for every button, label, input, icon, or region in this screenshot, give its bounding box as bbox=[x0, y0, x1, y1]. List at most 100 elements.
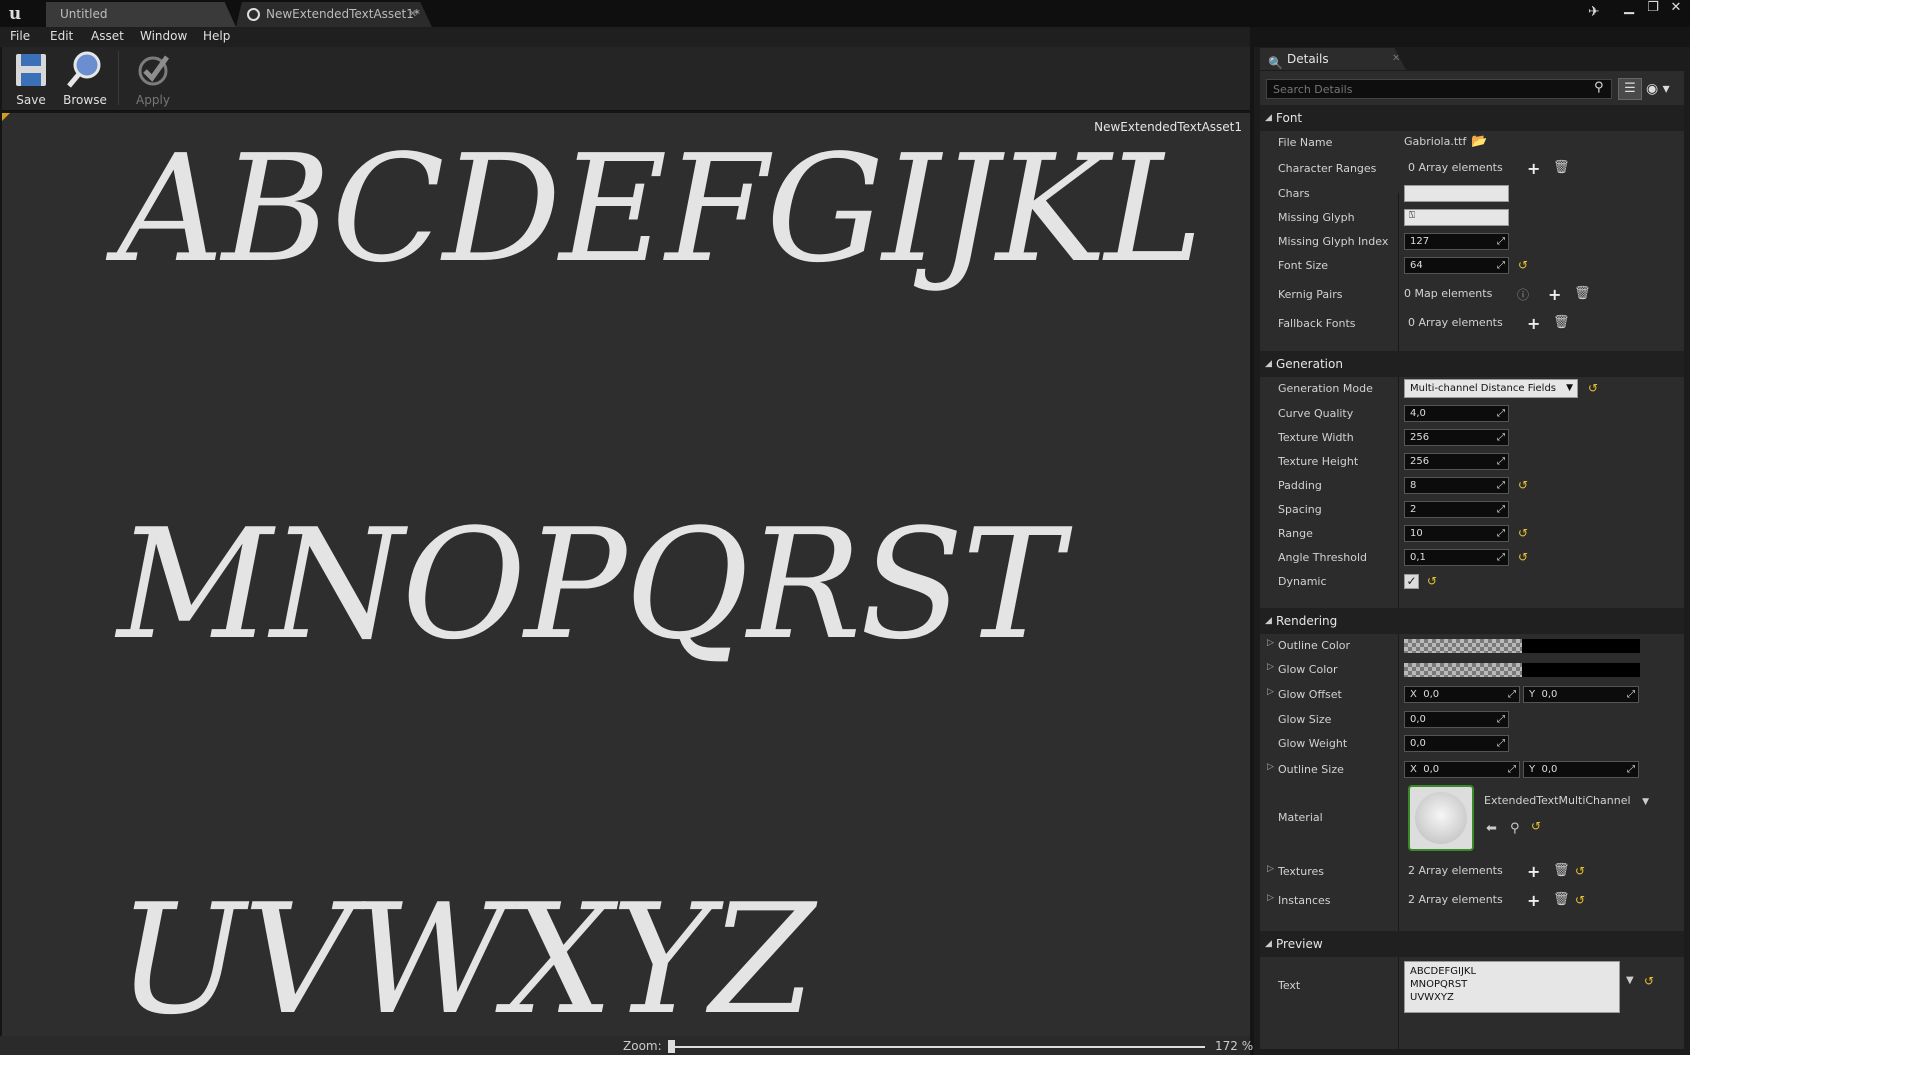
tab-untitled[interactable]: Untitled bbox=[46, 2, 236, 27]
apply-button[interactable]: Apply bbox=[127, 49, 179, 107]
trash-icon[interactable]: 🗑 bbox=[1574, 286, 1591, 301]
reset-icon[interactable]: ↺ bbox=[1575, 864, 1585, 878]
reset-icon[interactable]: ↺ bbox=[1518, 526, 1528, 540]
close-window-icon[interactable]: ✕ bbox=[1664, 0, 1688, 16]
view-options-icon[interactable]: ☰ bbox=[1618, 78, 1642, 100]
maximize-icon[interactable]: ❐ bbox=[1642, 0, 1664, 16]
field-value: 0,0 bbox=[1423, 764, 1440, 775]
minimize-icon[interactable]: ▁ bbox=[1618, 0, 1640, 16]
property-name: Material bbox=[1278, 811, 1323, 824]
use-selected-icon[interactable]: ⬅ bbox=[1486, 821, 1497, 836]
reset-icon[interactable]: ↺ bbox=[1518, 478, 1528, 492]
chars-input[interactable] bbox=[1404, 185, 1509, 202]
row-glow-color: ▷ Glow Color bbox=[1260, 658, 1684, 682]
missing-glyph-index-input[interactable]: 127 ⤢ bbox=[1404, 233, 1509, 250]
plus-icon[interactable]: + bbox=[1527, 159, 1540, 178]
folder-icon[interactable]: 📂 bbox=[1471, 134, 1487, 149]
plus-icon[interactable]: + bbox=[1527, 862, 1540, 881]
glow-color-swatch[interactable] bbox=[1404, 663, 1640, 677]
glow-offset-x-input[interactable]: X 0,0 ⤢ bbox=[1404, 686, 1520, 703]
collapse-arrow-icon: ◢ bbox=[1265, 359, 1272, 369]
section-rendering[interactable]: ◢ Rendering bbox=[1260, 608, 1684, 634]
section-title: Font bbox=[1276, 111, 1303, 125]
section-preview[interactable]: ◢ Preview bbox=[1260, 931, 1684, 957]
generation-mode-select[interactable]: Multi-channel Distance Fields ▼ bbox=[1404, 379, 1578, 398]
drag-icon: ⤢ bbox=[1497, 432, 1505, 443]
help-icon[interactable]: ⓘ bbox=[1517, 286, 1529, 303]
menu-window[interactable]: Window bbox=[140, 29, 187, 43]
glow-offset-y-input[interactable]: Y 0,0 ⤢ bbox=[1523, 686, 1639, 703]
section-generation[interactable]: ◢ Generation bbox=[1260, 351, 1684, 377]
chevron-down-icon[interactable]: ▼ bbox=[1626, 975, 1634, 986]
reset-icon[interactable]: ↺ bbox=[1575, 893, 1585, 907]
zoom-slider-track[interactable] bbox=[668, 1046, 1205, 1048]
reset-icon[interactable]: ↺ bbox=[1518, 550, 1528, 564]
details-tab-label: Details bbox=[1287, 52, 1329, 66]
drag-icon: ⤢ bbox=[1627, 764, 1635, 775]
plus-icon[interactable]: + bbox=[1527, 314, 1540, 333]
plus-icon[interactable]: + bbox=[1548, 285, 1561, 304]
reset-icon[interactable]: ↺ bbox=[1588, 381, 1598, 395]
glow-size-input[interactable]: 0,0 ⤢ bbox=[1404, 711, 1509, 728]
padding-input[interactable]: 8 ⤢ bbox=[1404, 477, 1509, 494]
plus-icon[interactable]: + bbox=[1527, 891, 1540, 910]
selected-value: Multi-channel Distance Fields bbox=[1410, 383, 1556, 394]
expand-arrow-icon[interactable]: ▷ bbox=[1267, 864, 1274, 874]
notification-icon[interactable]: ✈ bbox=[1588, 4, 1600, 20]
eye-icon[interactable]: ◉ ▾ bbox=[1646, 78, 1678, 100]
material-thumbnail[interactable] bbox=[1408, 785, 1474, 851]
tab-details[interactable]: 🔍 Details ✕ bbox=[1260, 48, 1406, 70]
expand-arrow-icon[interactable]: ▷ bbox=[1267, 638, 1274, 648]
search-icon[interactable]: ⚲ bbox=[1594, 80, 1604, 95]
section-font[interactable]: ◢ Font bbox=[1260, 105, 1684, 131]
glow-weight-input[interactable]: 0,0 ⤢ bbox=[1404, 735, 1509, 752]
row-range: Range 10 ⤢ ↺ bbox=[1260, 522, 1684, 546]
close-icon[interactable]: ✕ bbox=[1392, 48, 1400, 70]
spacing-input[interactable]: 2 ⤢ bbox=[1404, 501, 1509, 518]
zoom-slider-handle[interactable] bbox=[668, 1040, 675, 1053]
outline-color-swatch[interactable] bbox=[1404, 639, 1640, 653]
trash-icon[interactable]: 🗑 bbox=[1553, 315, 1570, 330]
outline-size-y-input[interactable]: Y 0,0 ⤢ bbox=[1523, 761, 1639, 778]
preview-text-input[interactable]: ABCDEFGIJKL MNOPQRST UVWXYZ bbox=[1404, 961, 1620, 1013]
drag-icon: ⤢ bbox=[1497, 528, 1505, 539]
curve-quality-input[interactable]: 4,0 ⤢ bbox=[1404, 405, 1509, 422]
expand-arrow-icon[interactable]: ▷ bbox=[1267, 687, 1274, 697]
menu-asset[interactable]: Asset bbox=[91, 29, 124, 43]
missing-glyph-input[interactable]: ⍂ bbox=[1404, 209, 1509, 226]
search-input[interactable] bbox=[1266, 79, 1612, 99]
browse-icon[interactable]: ⚲ bbox=[1510, 821, 1520, 836]
expand-arrow-icon[interactable]: ▷ bbox=[1267, 662, 1274, 672]
save-button[interactable]: Save bbox=[5, 49, 57, 107]
property-name: Spacing bbox=[1278, 503, 1322, 516]
trash-icon[interactable]: 🗑 bbox=[1553, 160, 1570, 175]
dynamic-checkbox[interactable]: ✓ bbox=[1404, 574, 1419, 589]
property-name: Curve Quality bbox=[1278, 407, 1354, 420]
expand-arrow-icon[interactable]: ▷ bbox=[1267, 762, 1274, 772]
range-input[interactable]: 10 ⤢ bbox=[1404, 525, 1509, 542]
trash-icon[interactable]: 🗑 bbox=[1553, 892, 1570, 907]
angle-threshold-input[interactable]: 0,1 ⤢ bbox=[1404, 549, 1509, 566]
texture-height-input[interactable]: 256 ⤢ bbox=[1404, 453, 1509, 470]
font-preview-viewport[interactable]: NewExtendedTextAsset1 ABCDEFGIJKL MNOPQR… bbox=[2, 113, 1250, 1055]
menu-help[interactable]: Help bbox=[203, 29, 230, 43]
map-count: 0 Map elements bbox=[1404, 287, 1493, 300]
outline-size-x-input[interactable]: X 0,0 ⤢ bbox=[1404, 761, 1520, 778]
close-tab-icon[interactable]: ✕ bbox=[408, 2, 417, 26]
expand-arrow-icon[interactable]: ▷ bbox=[1267, 893, 1274, 903]
browse-button[interactable]: Browse bbox=[59, 49, 111, 107]
reset-icon[interactable]: ↺ bbox=[1644, 974, 1654, 988]
texture-width-input[interactable]: 256 ⤢ bbox=[1404, 429, 1509, 446]
row-padding: Padding 8 ⤢ ↺ bbox=[1260, 474, 1684, 498]
trash-icon[interactable]: 🗑 bbox=[1553, 863, 1570, 878]
font-size-input[interactable]: 64 ⤢ bbox=[1404, 257, 1509, 274]
menu-file[interactable]: File bbox=[10, 29, 30, 43]
material-select[interactable]: ExtendedTextMultiChannel ▼ bbox=[1479, 793, 1653, 811]
field-value: 127 bbox=[1410, 236, 1430, 247]
reset-icon[interactable]: ↺ bbox=[1427, 574, 1437, 588]
menu-edit[interactable]: Edit bbox=[50, 29, 73, 43]
reset-icon[interactable]: ↺ bbox=[1518, 258, 1528, 272]
ue-logo-icon[interactable]: u bbox=[4, 3, 26, 25]
reset-icon[interactable]: ↺ bbox=[1531, 819, 1541, 833]
tab-asset[interactable]: NewExtendedTextAsset1* ✕ bbox=[236, 2, 432, 27]
